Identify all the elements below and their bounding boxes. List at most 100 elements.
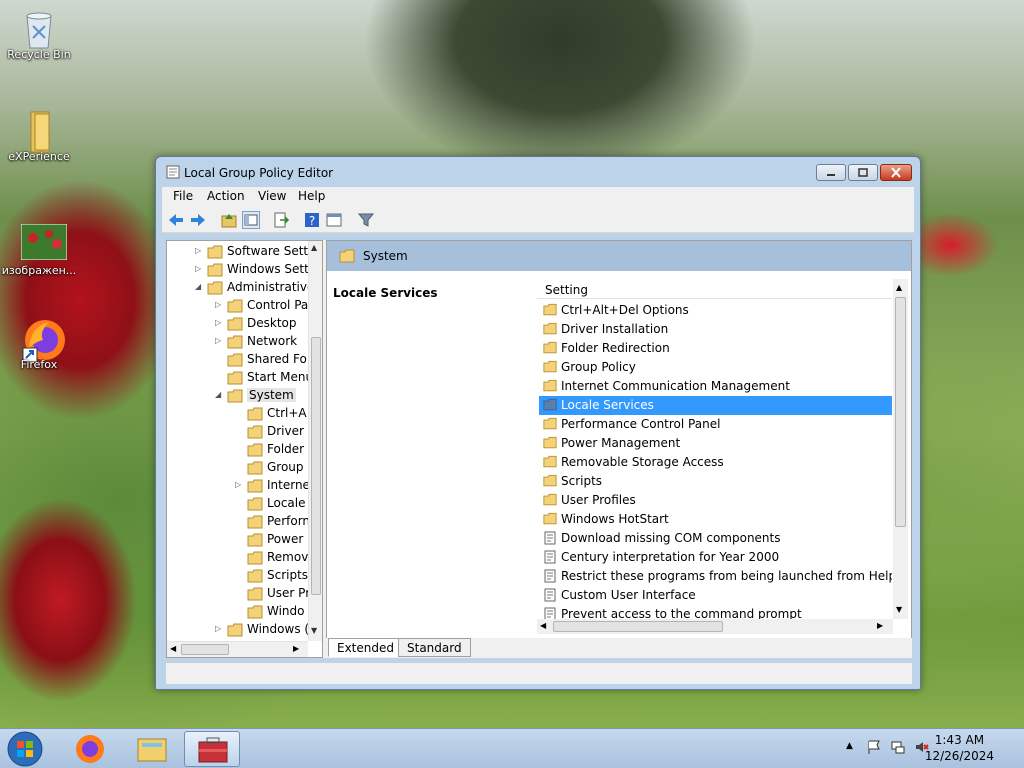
tree-item[interactable]: ▷ Windows ( [215,621,308,639]
expand-arrow-icon[interactable]: ▷ [215,318,225,327]
tree-item[interactable]: ▷ Windows Sett [195,261,308,279]
expand-arrow-icon[interactable]: ▷ [235,480,245,489]
menu-file[interactable]: File [173,189,193,203]
tree-item[interactable]: Perforn [235,513,308,531]
tree-item[interactable]: Remov [235,549,308,567]
scroll-right-icon[interactable]: ▶ [877,621,883,630]
network-icon[interactable] [890,739,906,758]
list-horizontal-scrollbar[interactable]: ◀ ▶ [537,619,893,634]
tree-item[interactable]: Driver [235,423,308,441]
desktop-icon-firefox[interactable]: Firefox [1,318,77,371]
list-scroll-thumb[interactable] [895,297,906,527]
show-hide-tree-button[interactable] [242,211,260,229]
tree-item[interactable]: ▷ Network [215,333,308,351]
tree-item[interactable]: Group [235,459,308,477]
setting-row[interactable]: Restrict these programs from being launc… [539,567,892,586]
setting-row[interactable]: User Profiles [539,491,892,510]
close-button[interactable] [880,164,912,181]
tab-standard[interactable]: Standard [398,638,471,657]
setting-row[interactable]: Removable Storage Access [539,453,892,472]
list-hscroll-thumb[interactable] [553,621,723,632]
column-header-setting[interactable]: Setting [537,279,892,299]
taskbar-group-policy[interactable] [184,731,240,767]
setting-row[interactable]: Ctrl+Alt+Del Options [539,301,892,320]
setting-row[interactable]: Windows HotStart [539,510,892,529]
tree-item[interactable]: ◢ System [215,387,308,405]
tree-item[interactable]: ▷ Control Pa [215,297,308,315]
scroll-up-icon[interactable]: ▲ [311,243,317,252]
expand-arrow-icon[interactable]: ◢ [215,390,225,399]
tree-item[interactable]: ▷ Interne [235,477,308,495]
scroll-up-icon[interactable]: ▲ [896,283,902,292]
desktop-icon-experience[interactable]: eXPerience [1,110,77,163]
setting-row[interactable]: Prevent access to the command prompt [539,605,892,619]
desktop-icon-image[interactable]: изображен... [1,223,77,277]
scroll-down-icon[interactable]: ▼ [311,626,317,635]
scroll-left-icon[interactable]: ◀ [170,644,176,653]
filter-button[interactable] [357,211,375,229]
expand-arrow-icon[interactable]: ▷ [215,336,225,345]
tree-item[interactable]: Power [235,531,308,549]
up-folder-button[interactable] [220,211,238,229]
expand-arrow-icon[interactable]: ▷ [195,246,205,255]
tree-item[interactable]: Scripts [235,567,308,585]
maximize-button[interactable] [848,164,878,181]
list-vertical-scrollbar[interactable]: ▲ ▼ [893,279,908,619]
tree-item-label: Scripts [267,568,308,582]
expand-arrow-icon[interactable]: ▷ [195,264,205,273]
title-bar[interactable]: Local Group Policy Editor [156,157,920,187]
tree-item[interactable]: Shared Fol [215,351,308,369]
start-button[interactable] [6,730,44,768]
folder-icon [247,407,263,423]
tree-item[interactable]: ▷ Software Setti [195,243,308,261]
menu-help[interactable]: Help [298,189,325,203]
setting-row[interactable]: Custom User Interface [539,586,892,605]
tree-vertical-scrollbar[interactable]: ▲ ▼ [308,241,322,641]
tree-item[interactable]: ◢ Administrative [195,279,308,297]
tree-item[interactable]: ▷ Desktop [215,315,308,333]
export-list-button[interactable] [272,211,290,229]
setting-row[interactable]: Power Management [539,434,892,453]
setting-row[interactable]: Driver Installation [539,320,892,339]
clock-time: 1:43 AM [934,733,985,747]
tree-hscroll-thumb[interactable] [181,644,229,655]
tree-item[interactable]: Folder [235,441,308,459]
folder-icon [543,322,557,338]
tree-horizontal-scrollbar[interactable]: ◀ ▶ [167,641,308,657]
tree-item[interactable]: Start Menu [215,369,308,387]
properties-button[interactable] [325,211,343,229]
setting-row[interactable]: Download missing COM components [539,529,892,548]
expand-arrow-icon[interactable]: ▷ [215,624,225,633]
setting-row[interactable]: Century interpretation for Year 2000 [539,548,892,567]
tree-item[interactable]: Ctrl+A [235,405,308,423]
scroll-down-icon[interactable]: ▼ [896,605,902,614]
setting-row[interactable]: Scripts [539,472,892,491]
setting-row[interactable]: Folder Redirection [539,339,892,358]
clock[interactable]: 1:43 AM 12/26/2024 [925,733,994,763]
minimize-button[interactable] [816,164,846,181]
tree-item[interactable]: Windo [235,603,308,621]
desktop-icon-recycle-bin[interactable]: Recycle Bin [1,8,77,61]
setting-row[interactable]: Performance Control Panel [539,415,892,434]
taskbar-firefox[interactable] [62,731,118,767]
back-button[interactable] [167,211,185,229]
taskbar-explorer[interactable] [124,731,180,767]
menu-view[interactable]: View [258,189,286,203]
tree-scroll-thumb[interactable] [311,337,321,595]
forward-button[interactable] [189,211,207,229]
show-hidden-icons-icon[interactable]: ▲ [846,741,853,751]
menu-action[interactable]: Action [207,189,245,203]
setting-row[interactable]: Group Policy [539,358,892,377]
tab-extended[interactable]: Extended [328,638,403,657]
help-button[interactable]: ? [303,211,321,229]
expand-arrow-icon[interactable]: ▷ [215,300,225,309]
scroll-left-icon[interactable]: ◀ [540,621,546,630]
scroll-right-icon[interactable]: ▶ [293,644,299,653]
console-tree[interactable]: ▷ Software Setti ▷ Windows Sett ◢ Administrat… [166,240,323,658]
setting-row[interactable]: Locale Services [539,396,892,415]
expand-arrow-icon[interactable]: ◢ [195,282,205,291]
setting-row[interactable]: Internet Communication Management [539,377,892,396]
tree-item[interactable]: User Pr [235,585,308,603]
tree-item[interactable]: Locale [235,495,308,513]
action-center-flag-icon[interactable] [866,739,882,758]
